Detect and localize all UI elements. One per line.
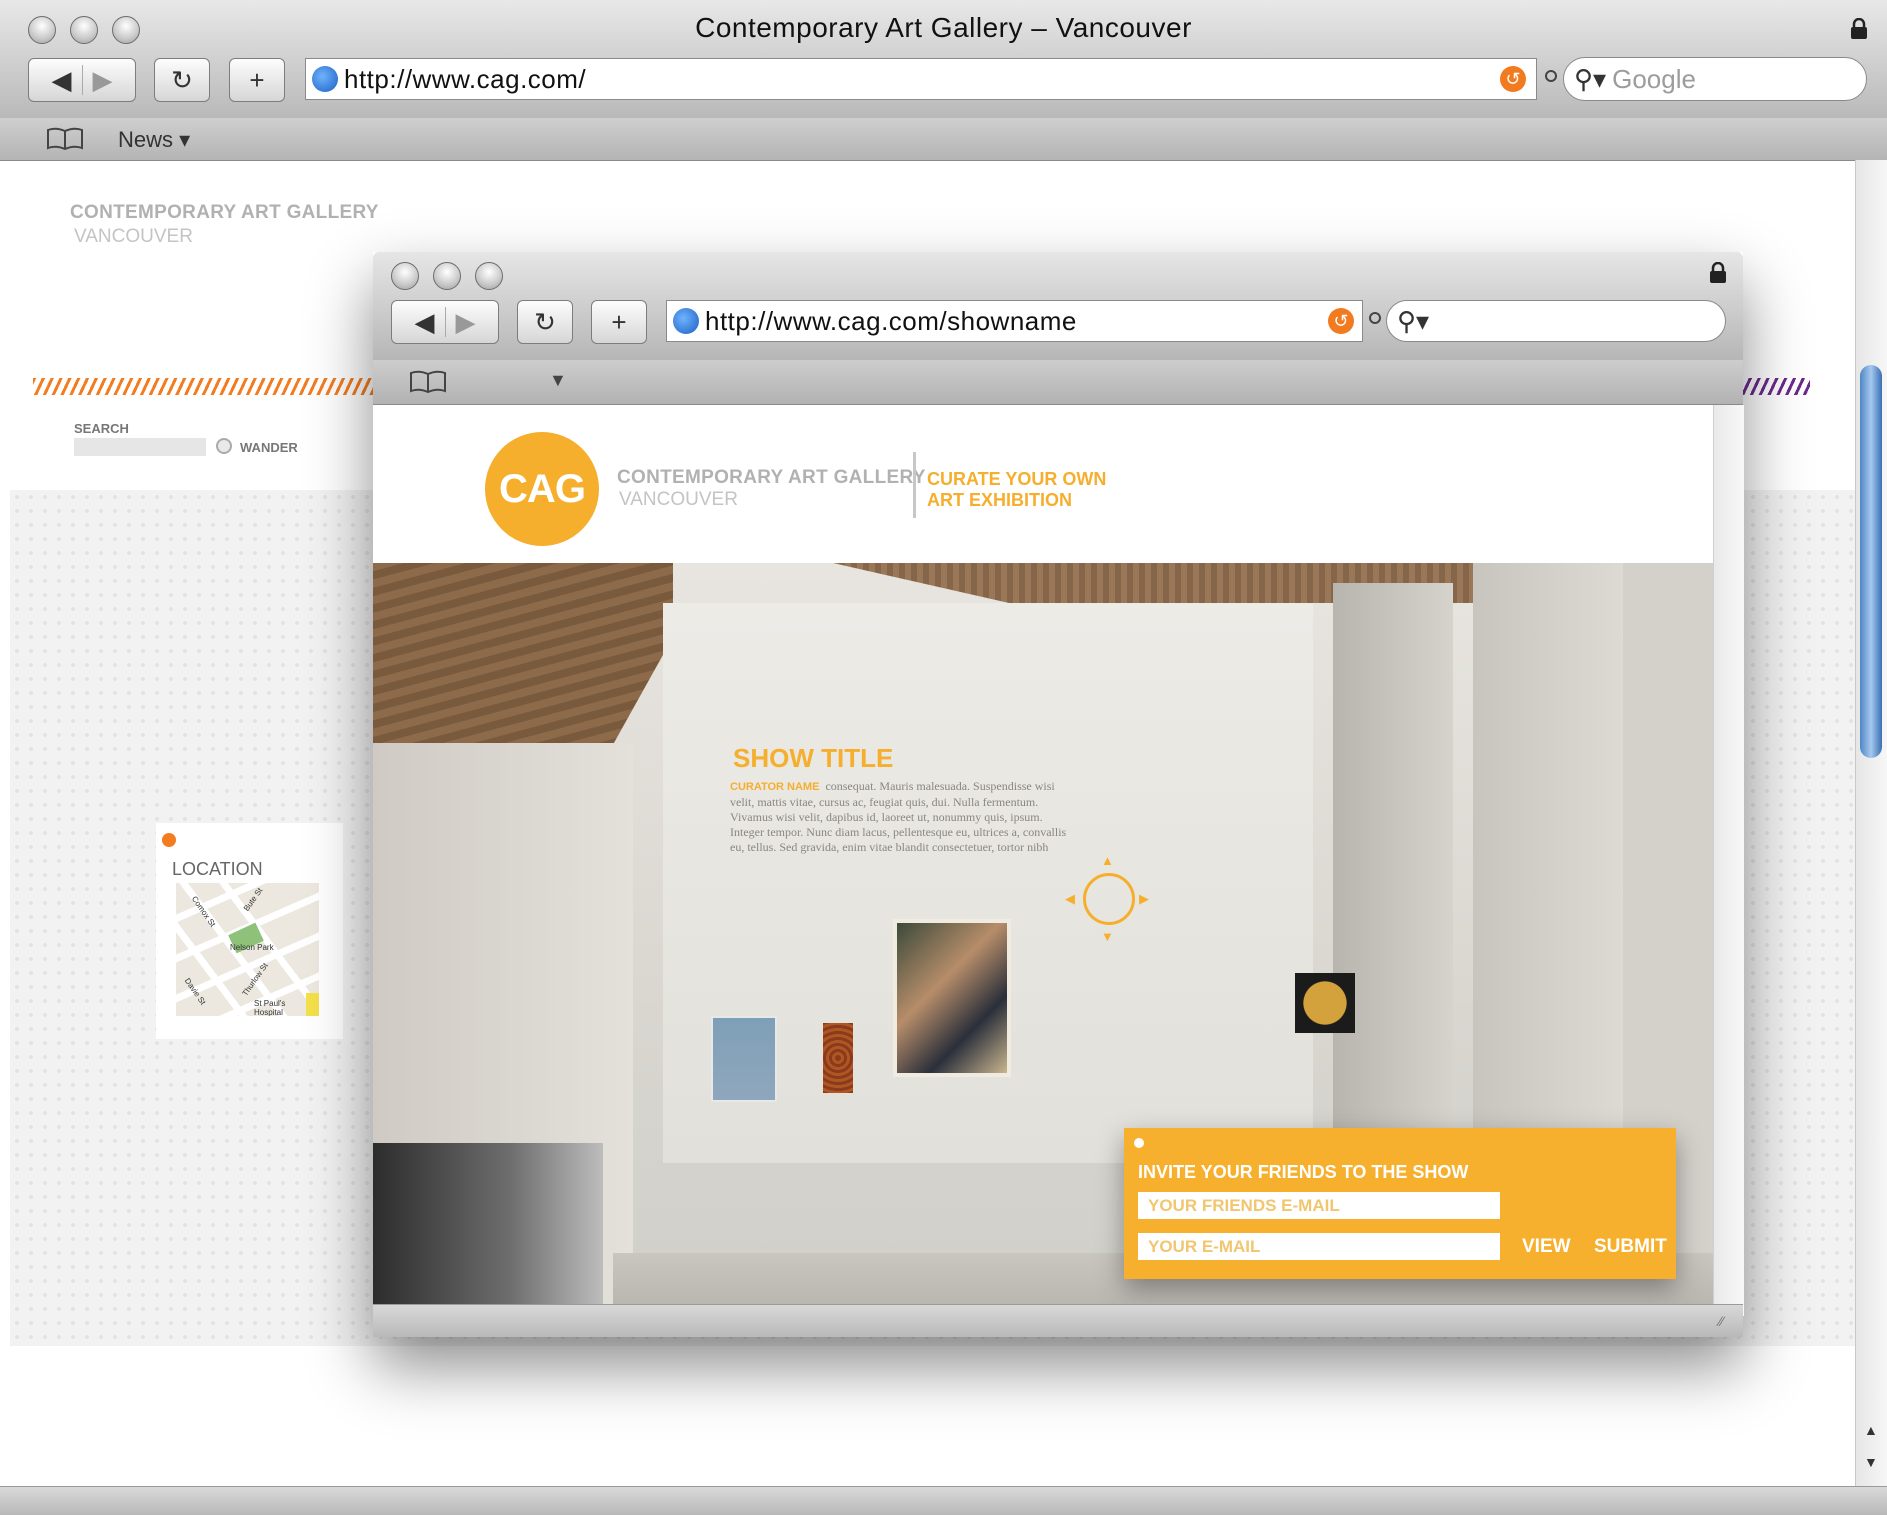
address-bar[interactable]: http://www.cag.com/ ↺: [305, 58, 1537, 100]
scroll-up-arrow-icon[interactable]: ▲: [1864, 1422, 1878, 1438]
description-line-1: consequat. Mauris malesuada. Suspendisse…: [825, 779, 1055, 793]
search-label: SEARCH: [74, 421, 129, 436]
inner-brand-name: CONTEMPORARY ART GALLERY: [617, 467, 926, 488]
outer-vertical-scrollbar[interactable]: ▲ ▼: [1855, 160, 1887, 1486]
inner-plus-icon: +: [611, 306, 627, 337]
location-label: LOCATION: [172, 859, 263, 879]
outer-brand-name: CONTEMPORARY ART GALLERY: [70, 202, 379, 223]
snapback-icon[interactable]: ↺: [1500, 66, 1526, 92]
inner-address-text[interactable]: http://www.cag.com/showname: [705, 306, 1077, 337]
invite-heading: INVITE YOUR FRIENDS TO THE SHOW: [1138, 1162, 1469, 1182]
outer-search-input[interactable]: [74, 438, 206, 456]
artwork-dots[interactable]: [823, 1023, 853, 1093]
description-line-2: velit, mattis vitae, cursus ac, feugiat …: [730, 795, 1039, 809]
search-field[interactable]: ⚲▾ Google: [1563, 57, 1867, 101]
inner-zoom-button[interactable]: [475, 262, 503, 290]
orange-stripe-divider: [33, 378, 378, 395]
inner-vertical-scrollbar[interactable]: [1713, 405, 1744, 1316]
add-bookmark-button[interactable]: +: [229, 58, 285, 102]
location-dot-icon: [162, 833, 176, 847]
map-label-hospital: St Paul's Hospital: [254, 999, 286, 1016]
compass-left-arrow-icon[interactable]: ◀: [1065, 891, 1075, 907]
friends-email-input[interactable]: YOUR FRIENDS E-MAIL: [1138, 1192, 1500, 1219]
inner-back-forward-button[interactable]: ◀ ▶: [391, 300, 499, 344]
artwork-collage[interactable]: [893, 919, 1011, 1077]
dark-doorway: [373, 1143, 603, 1316]
show-description: CURATOR NAME consequat. Mauris malesuada…: [730, 779, 1100, 855]
wander-radio[interactable]: [216, 438, 232, 454]
outer-brand-city: VANCOUVER: [74, 226, 193, 247]
description-line-5: eu, tellus. Sed gravida, enim vitae blan…: [730, 840, 1049, 854]
globe-icon: [312, 66, 338, 92]
compass-ring-icon[interactable]: [1083, 873, 1135, 925]
outer-scroll-thumb[interactable]: [1860, 365, 1882, 758]
inner-address-bar[interactable]: http://www.cag.com/showname ↺: [666, 300, 1363, 342]
map-label-nelson-park: Nelson Park: [230, 943, 274, 952]
plus-icon: +: [249, 64, 265, 95]
purple-stripe-divider: [1740, 378, 1810, 395]
your-email-input[interactable]: YOUR E-MAIL: [1138, 1233, 1500, 1260]
compass-down-arrow-icon[interactable]: ▼: [1101, 929, 1114, 944]
inner-globe-icon: [673, 308, 699, 334]
inner-bookmarks-bar: ▼: [373, 360, 1743, 405]
navigation-compass[interactable]: ▲ ▼ ◀ ▶: [1063, 853, 1163, 953]
location-card[interactable]: LOCATION Comox St Bute St Nelson Park Da…: [156, 823, 343, 1039]
inner-add-bookmark-button[interactable]: +: [591, 300, 647, 344]
submit-button[interactable]: SUBMIT: [1594, 1236, 1667, 1258]
location-map[interactable]: Comox St Bute St Nelson Park Davie St Th…: [176, 883, 319, 1016]
show-title: SHOW TITLE: [733, 743, 894, 773]
inner-bookmarks-book-icon[interactable]: [409, 370, 447, 394]
compass-right-arrow-icon[interactable]: ▶: [1139, 891, 1149, 907]
invite-friends-panel: INVITE YOUR FRIENDS TO THE SHOW YOUR FRI…: [1124, 1128, 1676, 1279]
tagline-line-2: ART EXHIBITION: [927, 490, 1073, 510]
artwork-yellow-circle[interactable]: [1295, 973, 1355, 1033]
wander-label: WANDER: [240, 440, 298, 455]
reload-icon: ↻: [171, 64, 193, 95]
search-icon: ⚲▾: [1574, 63, 1607, 94]
window-title: Contemporary Art Gallery – Vancouver: [695, 12, 1192, 43]
address-text[interactable]: http://www.cag.com/: [344, 64, 586, 95]
curator-name: CURATOR NAME: [730, 781, 820, 793]
artwork-blue-figure[interactable]: [711, 1016, 777, 1102]
bookmark-news-menu[interactable]: News ▾: [118, 127, 190, 153]
forward-arrow-icon[interactable]: ▶: [93, 65, 113, 96]
tagline-line-1: CURATE YOUR OWN: [927, 469, 1107, 489]
back-arrow-icon[interactable]: ◀: [52, 65, 72, 96]
inner-search-icon: ⚲▾: [1397, 305, 1430, 336]
outer-status-bar: [0, 1486, 1887, 1515]
bookmarks-book-icon[interactable]: [46, 127, 84, 151]
inner-resize-grip-icon[interactable]: ⁄⁄: [1719, 1313, 1724, 1329]
inner-brand-city: VANCOUVER: [619, 489, 738, 510]
outer-title-bar: Contemporary Art Gallery – Vancouver ◀ ▶…: [0, 0, 1887, 119]
inner-bookmark-dropdown-icon[interactable]: ▼: [549, 370, 567, 391]
panel-dot-icon: [1134, 1138, 1144, 1148]
back-forward-button[interactable]: ◀ ▶: [28, 58, 136, 102]
reload-button[interactable]: ↻: [154, 58, 210, 102]
inner-back-arrow-icon[interactable]: ◀: [415, 307, 435, 338]
inner-minimize-button[interactable]: [433, 262, 461, 290]
cag-logo[interactable]: CAG: [485, 432, 599, 546]
header-divider: [913, 452, 916, 518]
bookmarks-bar: News ▾: [0, 118, 1887, 161]
inner-status-bar: ⁄⁄: [373, 1304, 1743, 1337]
lock-icon: [1850, 17, 1868, 40]
inner-search-field[interactable]: ⚲▾: [1386, 300, 1726, 342]
inner-snapback-icon[interactable]: ↺: [1328, 308, 1354, 334]
description-line-4: Integer tempor. Nunc diam lacus, pellent…: [730, 825, 1067, 839]
inner-reload-icon: ↻: [534, 306, 556, 337]
scroll-down-arrow-icon[interactable]: ▼: [1864, 1454, 1878, 1470]
inner-reload-button[interactable]: ↻: [517, 300, 573, 344]
inner-lock-icon: [1709, 261, 1727, 284]
inner-resize-handle-icon[interactable]: [1369, 312, 1381, 324]
resize-handle-icon[interactable]: [1545, 70, 1557, 82]
inner-close-button[interactable]: [391, 262, 419, 290]
popup-browser-window[interactable]: ◀ ▶ ↻ + http://www.cag.com/showname ↺ ⚲▾…: [373, 252, 1744, 1337]
compass-up-arrow-icon[interactable]: ▲: [1101, 853, 1114, 868]
search-placeholder: Google: [1612, 63, 1696, 94]
inner-title-bar: ◀ ▶ ↻ + http://www.cag.com/showname ↺ ⚲▾: [373, 252, 1743, 361]
description-line-3: Vivamus wisi velit, dapibus id, laoreet …: [730, 810, 1043, 824]
inner-forward-arrow-icon[interactable]: ▶: [456, 307, 476, 338]
view-button[interactable]: VIEW: [1522, 1236, 1571, 1258]
